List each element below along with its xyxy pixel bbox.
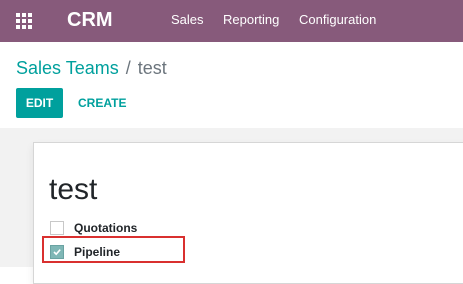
menu-configuration[interactable]: Configuration (299, 12, 376, 28)
breadcrumb-sales-teams[interactable]: Sales Teams (16, 58, 119, 78)
top-navbar: CRM Sales Reporting Configuration (0, 0, 463, 42)
form-content-area: test Quotations Pipeline (0, 128, 463, 284)
menu-sales[interactable]: Sales (171, 12, 204, 28)
pipeline-checkbox[interactable] (50, 245, 64, 259)
checkmark-icon (53, 249, 61, 256)
create-button[interactable]: CREATE (78, 88, 126, 118)
record-title: test (49, 173, 98, 206)
breadcrumb-current: test (137, 58, 167, 78)
edit-button[interactable]: EDIT (16, 88, 63, 118)
apps-grid-icon[interactable] (16, 13, 32, 29)
pipeline-label: Pipeline (74, 245, 121, 259)
quotations-label: Quotations (74, 221, 138, 235)
app-brand[interactable]: CRM (67, 7, 113, 33)
quotations-checkbox[interactable] (50, 221, 64, 235)
control-panel: Sales Teams / test EDIT CREATE (0, 42, 463, 128)
menu-reporting[interactable]: Reporting (223, 12, 279, 28)
breadcrumb: Sales Teams / test (16, 57, 167, 79)
form-sheet: test Quotations Pipeline (33, 142, 463, 284)
breadcrumb-separator: / (125, 58, 131, 78)
